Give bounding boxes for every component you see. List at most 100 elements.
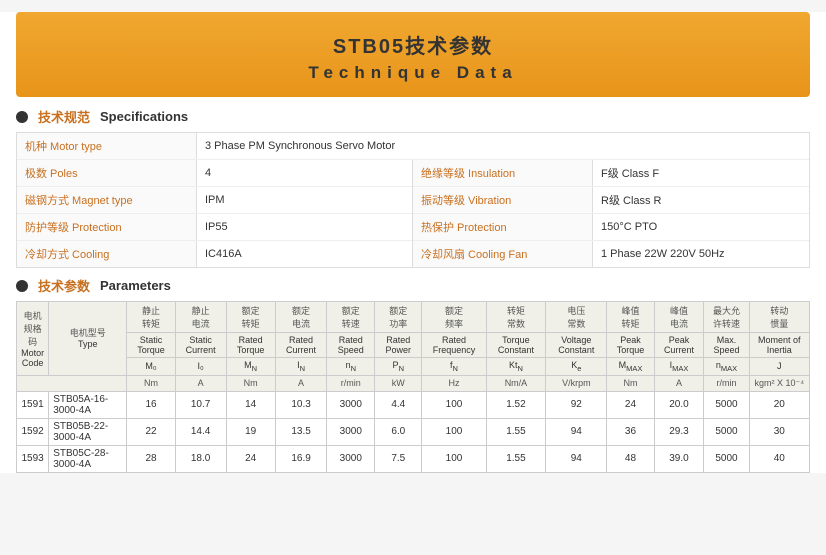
spec-cooling-fan-label: 冷却风扇 Cooling Fan	[413, 241, 593, 267]
cell-value: 19	[226, 418, 275, 445]
th-mmax: MMAX	[607, 358, 654, 376]
th-hz: Hz	[422, 375, 486, 391]
spec-cooling-row: 冷却方式 Cooling IC416A	[17, 241, 412, 267]
spec-protection-row: 防护等级 Protection IP55	[17, 214, 412, 241]
spec-motor-type-row: 机种 Motor type 3 Phase PM Synchronous Ser…	[17, 133, 809, 160]
cell-value: 3000	[327, 445, 375, 472]
th-nm2: Nm	[226, 375, 275, 391]
th-voltage-const-en: Voltage Constant	[546, 333, 607, 358]
th-rated-power: 额定 功率	[375, 302, 422, 333]
th-mn: MN	[226, 358, 275, 376]
cell-value: 100	[422, 418, 486, 445]
spec-thermal-value: 150°C PTO	[593, 214, 809, 240]
cell-value: 16.9	[275, 445, 327, 472]
spec-magnet-row: 磁钢方式 Magnet type IPM	[17, 187, 412, 214]
spec-motor-type-value: 3 Phase PM Synchronous Servo Motor	[197, 133, 809, 159]
page-wrapper: STB05技术参数 Technique Data 技术规范 Specificat…	[0, 12, 826, 473]
params-table-container: 电机 规格码 Motor Code 电机型号 Type 静止 转矩 静止	[16, 301, 810, 473]
th-pn: PN	[375, 358, 422, 376]
specs-right-col: 绝缘等级 Insulation F级 Class F 振动等级 Vibratio…	[413, 160, 809, 267]
params-table-body: 1591STB05A-16-3000-4A1610.71410.330004.4…	[17, 391, 810, 472]
cell-type: STB05B-22-3000-4A	[49, 418, 127, 445]
cell-value: 100	[422, 445, 486, 472]
cell-value: 5000	[704, 418, 749, 445]
th-i0: I₀	[175, 358, 226, 376]
cell-value: 28	[127, 445, 175, 472]
cell-value: 30	[749, 418, 809, 445]
th-peak-torque: 峰值 转矩	[607, 302, 654, 333]
cell-value: 4.4	[375, 391, 422, 418]
th-a3: A	[654, 375, 704, 391]
th-ktn: KtN	[486, 358, 546, 376]
cell-type: STB05C-28-3000-4A	[49, 445, 127, 472]
cell-value: 7.5	[375, 445, 422, 472]
specs-title-en: Specifications	[100, 109, 188, 124]
spec-magnet-value: IPM	[197, 187, 412, 213]
cell-value: 24	[226, 445, 275, 472]
params-bullet	[16, 280, 28, 292]
table-header-row-3: M₀ I₀ MN IN nN PN fN KtN Ke MMAX IMAX nM…	[17, 358, 810, 376]
specs-bullet	[16, 111, 28, 123]
th-peak-current-en: Peak Current	[654, 333, 704, 358]
th-nmax: nMAX	[704, 358, 749, 376]
cell-code: 1593	[17, 445, 49, 472]
th-in: IN	[275, 358, 327, 376]
spec-cooling-label: 冷却方式 Cooling	[17, 241, 197, 267]
header-title-cn: STB05技术参数	[16, 30, 810, 59]
spec-vibration-label: 振动等级 Vibration	[413, 187, 593, 213]
cell-value: 10.3	[275, 391, 327, 418]
spec-poles-value: 4	[197, 160, 412, 186]
th-rmin1: r/min	[327, 375, 375, 391]
cell-value: 20	[749, 391, 809, 418]
cell-value: 100	[422, 391, 486, 418]
th-rated-freq: 额定 频率	[422, 302, 486, 333]
th-rated-torque-en: Rated Torque	[226, 333, 275, 358]
table-header-row-1: 电机 规格码 Motor Code 电机型号 Type 静止 转矩 静止	[17, 302, 810, 333]
th-fn: fN	[422, 358, 486, 376]
cell-value: 14.4	[175, 418, 226, 445]
th-rated-speed-en: Rated Speed	[327, 333, 375, 358]
specs-two-col: 极数 Poles 4 磁钢方式 Magnet type IPM 防护等级 Pro…	[17, 160, 809, 267]
cell-code: 1592	[17, 418, 49, 445]
th-max-speed-en: Max. Speed	[704, 333, 749, 358]
table-row: 1591STB05A-16-3000-4A1610.71410.330004.4…	[17, 391, 810, 418]
th-inertia-en: Moment of Inertia	[749, 333, 809, 358]
th-kw: kW	[375, 375, 422, 391]
cell-value: 20.0	[654, 391, 704, 418]
spec-protection-value: IP55	[197, 214, 412, 240]
cell-code: 1591	[17, 391, 49, 418]
spec-poles-row: 极数 Poles 4	[17, 160, 412, 187]
th-a2: A	[275, 375, 327, 391]
table-row: 1592STB05B-22-3000-4A2214.41913.530006.0…	[17, 418, 810, 445]
spec-insulation-label: 绝缘等级 Insulation	[413, 160, 593, 186]
th-nm1: Nm	[127, 375, 175, 391]
spec-vibration-row: 振动等级 Vibration R级 Class R	[413, 187, 809, 214]
th-rated-current: 额定 电流	[275, 302, 327, 333]
th-kgm2: kgm² X 10⁻⁴	[749, 375, 809, 391]
th-static-current-en: Static Current	[175, 333, 226, 358]
header-banner: STB05技术参数 Technique Data	[16, 12, 810, 97]
th-voltage-const: 电压 常数	[546, 302, 607, 333]
th-motor-code: 电机 规格码 Motor Code	[17, 302, 49, 376]
cell-value: 6.0	[375, 418, 422, 445]
cell-value: 92	[546, 391, 607, 418]
cell-value: 94	[546, 445, 607, 472]
cell-type: STB05A-16-3000-4A	[49, 391, 127, 418]
spec-poles-label: 极数 Poles	[17, 160, 197, 186]
th-type: 电机型号 Type	[49, 302, 127, 376]
cell-value: 29.3	[654, 418, 704, 445]
th-rated-current-en: Rated Current	[275, 333, 327, 358]
th-m0: M₀	[127, 358, 175, 376]
th-torque-const-en: Torque Constant	[486, 333, 546, 358]
cell-value: 18.0	[175, 445, 226, 472]
params-title-en: Parameters	[100, 278, 171, 293]
cell-value: 1.52	[486, 391, 546, 418]
params-section-header: 技术参数 Parameters	[16, 276, 810, 295]
spec-thermal-label: 热保护 Protection	[413, 214, 593, 240]
spec-protection-label: 防护等级 Protection	[17, 214, 197, 240]
cell-value: 5000	[704, 445, 749, 472]
cell-value: 40	[749, 445, 809, 472]
params-title-cn: 技术参数	[38, 276, 90, 295]
specs-title-cn: 技术规范	[38, 107, 90, 126]
th-j: J	[749, 358, 809, 376]
